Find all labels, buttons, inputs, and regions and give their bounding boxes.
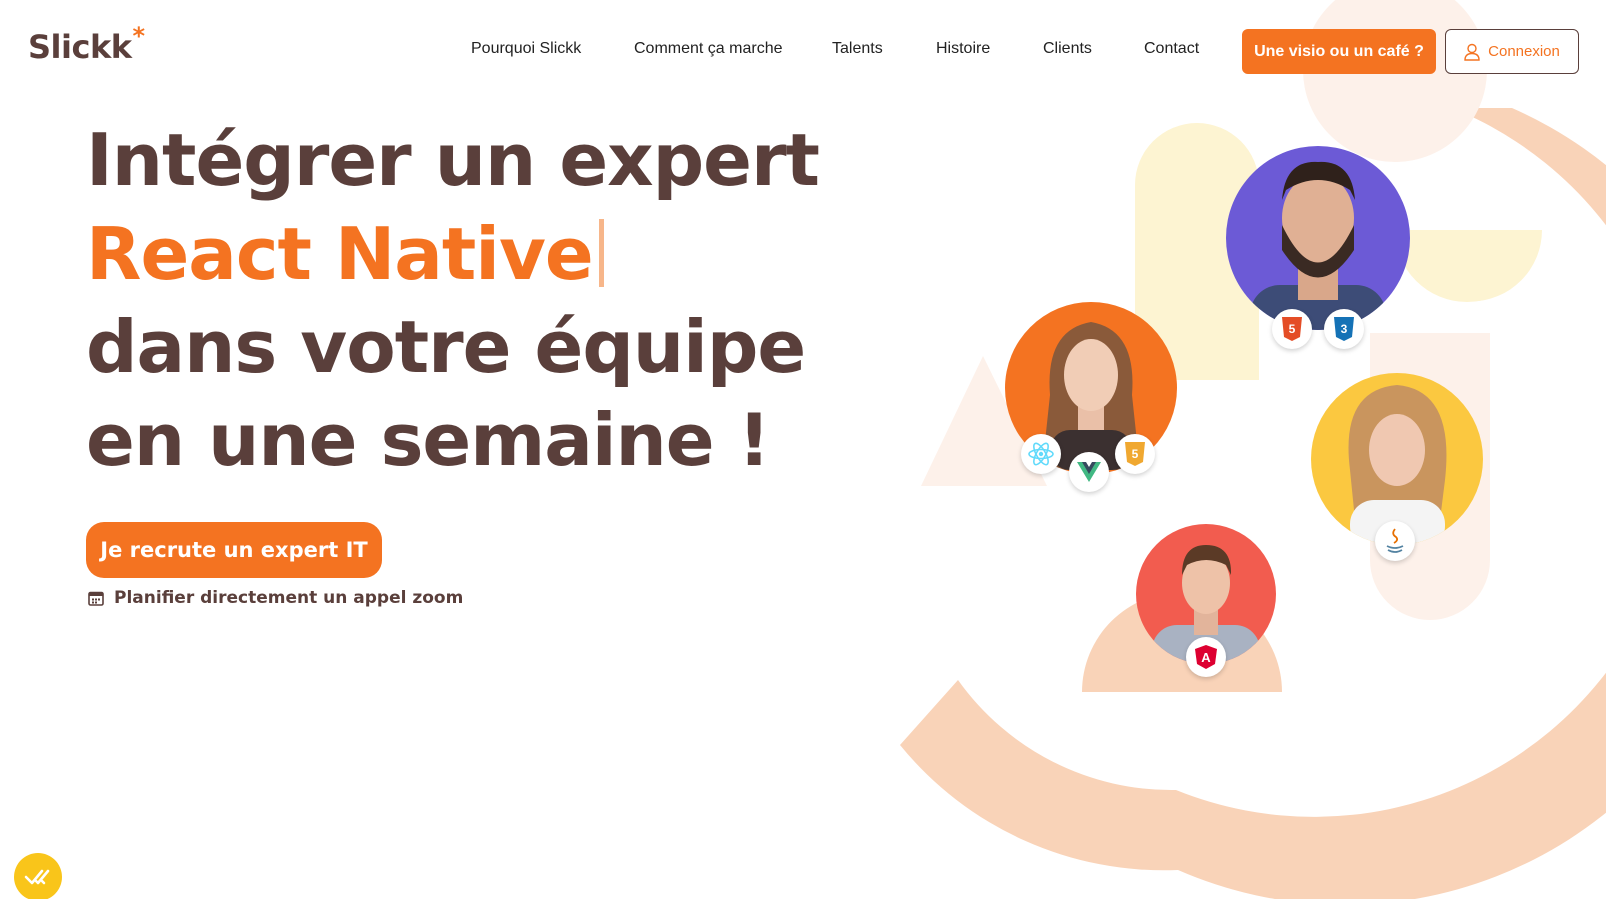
login-button[interactable]: Connexion	[1445, 29, 1579, 74]
login-label: Connexion	[1488, 43, 1560, 60]
hero-title-line-3: dans votre équipe	[86, 305, 806, 389]
floating-check-widget[interactable]	[14, 853, 62, 899]
typing-cursor	[598, 219, 604, 287]
nav-item-pourquoi-slickk[interactable]: Pourquoi Slickk	[471, 40, 581, 58]
logo-text: Slickk	[28, 28, 132, 66]
nav-item-contact[interactable]: Contact	[1144, 40, 1199, 58]
slickk-logo[interactable]: Slickk*	[28, 22, 145, 66]
hero-title-line-1: Intégrer un expert	[86, 118, 820, 202]
react-badge-icon	[1021, 434, 1061, 474]
nav-item-comment-ca-marche[interactable]: Comment ça marche	[634, 40, 783, 58]
visio-cafe-button[interactable]: Une visio ou un café ?	[1242, 29, 1436, 74]
user-icon	[1464, 43, 1480, 61]
recruit-expert-button[interactable]: Je recrute un expert IT	[86, 522, 382, 578]
nav-item-clients[interactable]: Clients	[1043, 40, 1092, 58]
hero-title-line-2: React Native	[86, 212, 604, 296]
decorative-circle	[1303, 0, 1487, 162]
hero-title-technology: React Native	[86, 212, 594, 296]
talent-avatar-bearded-man	[1226, 146, 1410, 330]
svg-text:A: A	[1201, 650, 1211, 665]
hero-title-line-4: en une semaine !	[86, 398, 771, 482]
vue-badge-icon	[1069, 452, 1109, 492]
visio-cafe-label: Une visio ou un café ?	[1254, 42, 1424, 60]
nav-item-histoire[interactable]: Histoire	[936, 40, 990, 58]
zoom-call-label: Planifier directement un appel zoom	[114, 588, 464, 608]
angular-badge-icon: A	[1186, 637, 1226, 677]
zoom-call-link[interactable]: Planifier directement un appel zoom	[88, 588, 463, 608]
logo-asterisk-icon: *	[132, 22, 146, 50]
recruit-expert-label: Je recrute un expert IT	[100, 538, 368, 562]
html5-badge-icon: 5	[1272, 309, 1312, 349]
decorative-halfcircle	[1399, 230, 1542, 302]
css3-badge-icon: 3	[1324, 309, 1364, 349]
java-badge-icon	[1375, 521, 1415, 561]
checkmark-icon	[24, 869, 50, 885]
javascript-badge-icon: 5	[1115, 434, 1155, 474]
svg-text:5: 5	[1289, 322, 1296, 336]
calendar-icon	[88, 591, 104, 606]
svg-text:5: 5	[1132, 447, 1139, 461]
decorative-halfcircle-yellow	[1395, 230, 1539, 302]
nav-item-talents[interactable]: Talents	[832, 40, 883, 58]
svg-text:3: 3	[1341, 322, 1348, 336]
